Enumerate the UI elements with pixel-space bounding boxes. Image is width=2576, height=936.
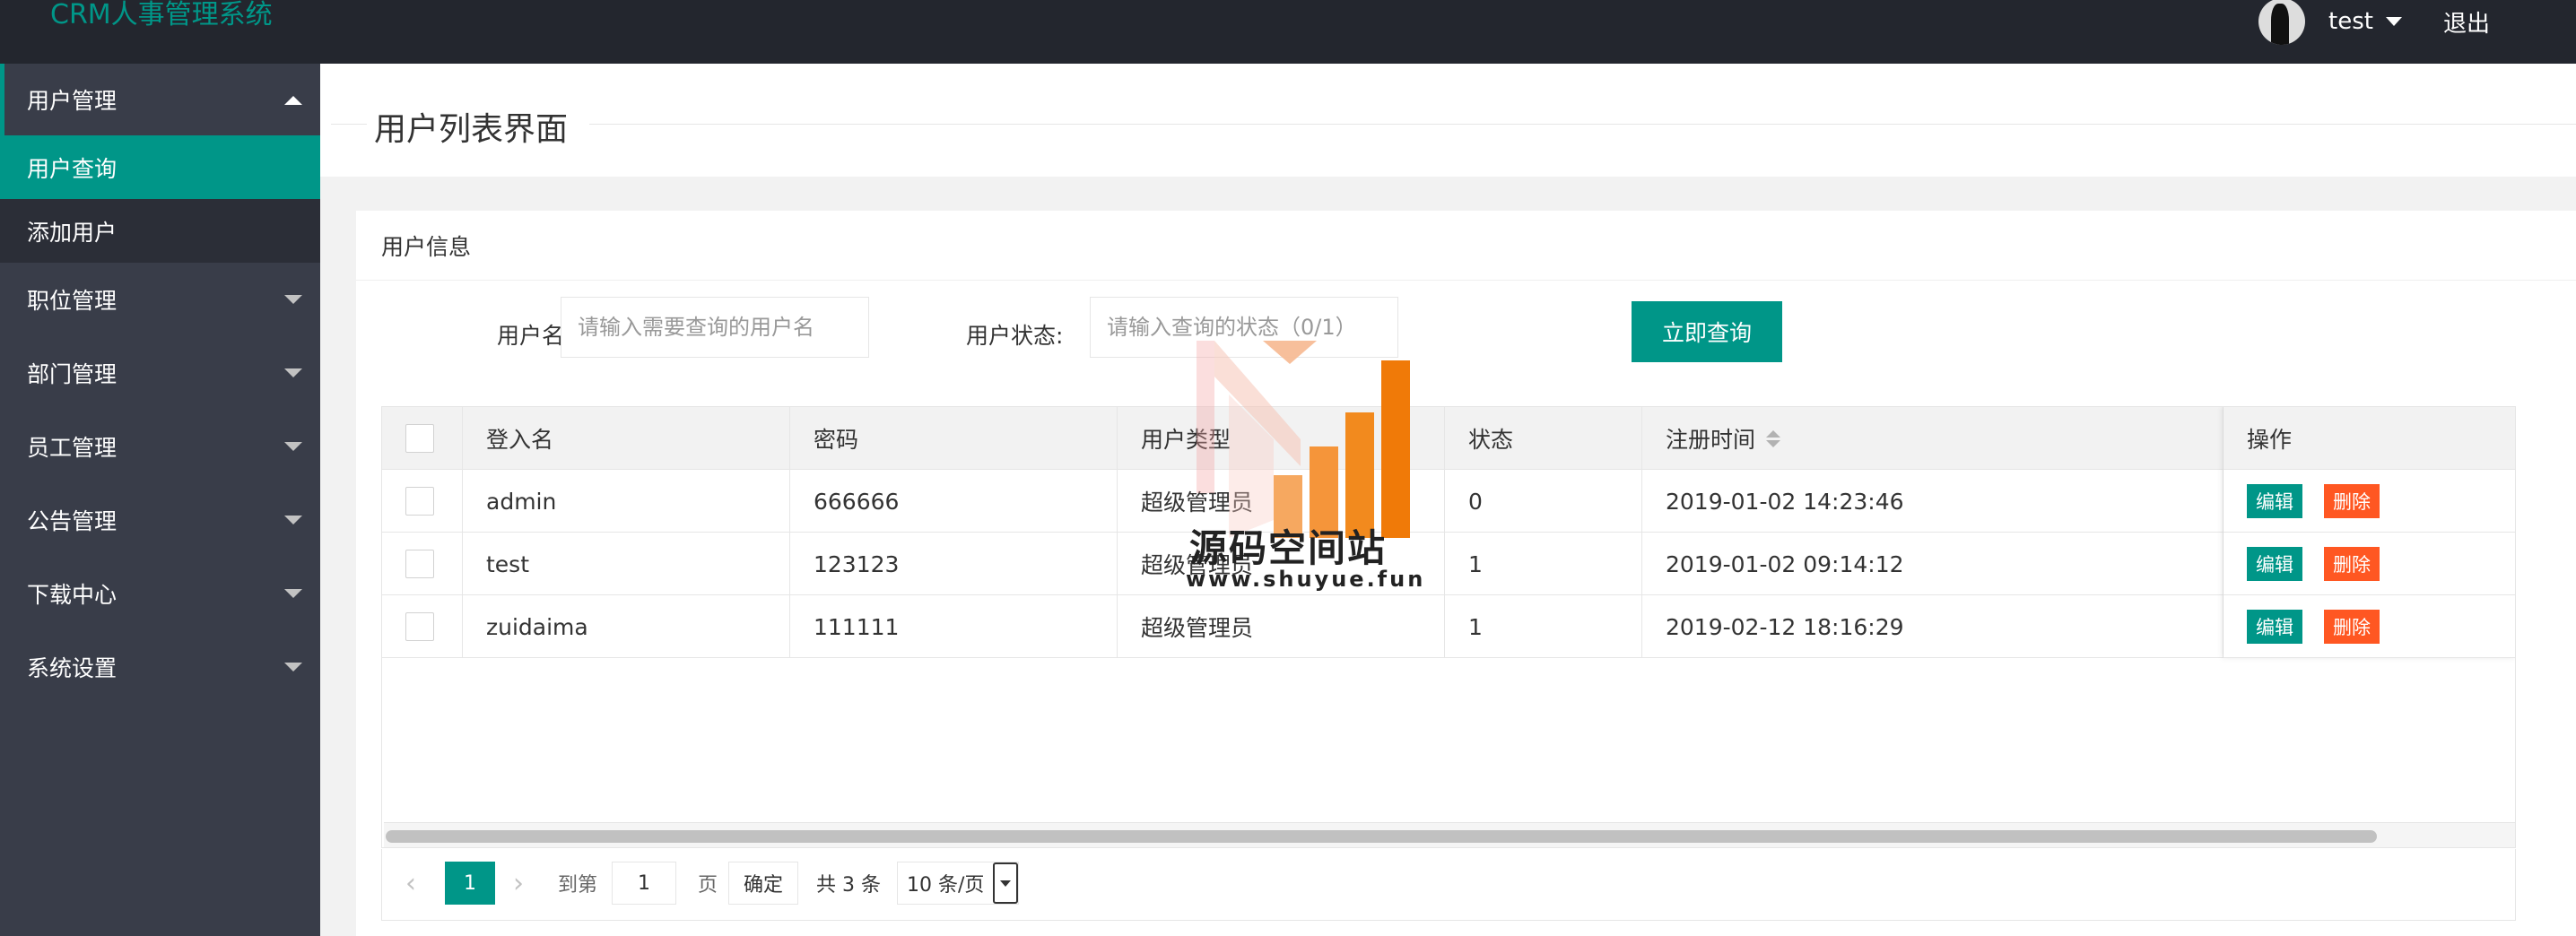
cell-registered: 2019-01-02 14:23:46	[1642, 470, 2224, 533]
table-row: admin 666666 超级管理员 0 2019-01-02 14:23:46…	[382, 470, 2515, 533]
page-unit-label: 页	[698, 874, 718, 897]
chevron-down-icon	[284, 663, 302, 672]
cell-registered: 2019-02-12 18:16:29	[1642, 595, 2224, 658]
sidebar-item-label: 系统设置	[27, 655, 117, 681]
page-header: 用户列表界面	[320, 64, 2576, 177]
chevron-down-icon[interactable]	[2385, 17, 2402, 26]
search-form: 用户名: 用户状态: 立即查询	[356, 297, 2576, 377]
main-content: 用户列表界面 用户信息 用户名: 用户状态: 立即查询 登入名 密码 用户类型 …	[320, 64, 2576, 936]
page-title: 用户列表界面	[374, 111, 569, 148]
sidebar-subitem-label: 添加用户	[27, 219, 117, 246]
cell-login: test	[463, 533, 790, 595]
search-button[interactable]: 立即查询	[1632, 301, 1782, 362]
horizontal-scrollbar[interactable]	[384, 822, 2515, 847]
top-header: CRM人事管理系统 test 退出	[0, 0, 2576, 64]
app-logo[interactable]: CRM人事管理系统	[50, 0, 273, 30]
cell-status: 0	[1445, 470, 1642, 533]
sidebar-item-label: 公告管理	[27, 508, 117, 534]
watermark-text: 源码空间站	[1189, 526, 1388, 570]
sidebar-item-label: 职位管理	[27, 288, 117, 314]
sidebar-item-user-management[interactable]: 用户管理	[0, 64, 320, 135]
row-checkbox[interactable]	[405, 612, 434, 641]
sidebar-item-system-settings[interactable]: 系统设置	[0, 630, 320, 704]
user-area: test 退出	[2258, 0, 2490, 45]
row-select-cell	[382, 470, 463, 533]
select-all-checkbox[interactable]	[405, 424, 434, 453]
watermark-url: www.shuyue.fun	[1186, 567, 1426, 592]
page-size-select[interactable]: 10 条/页	[897, 862, 1019, 905]
column-header-password[interactable]: 密码	[790, 407, 1118, 470]
sidebar-item-label: 下载中心	[27, 582, 117, 608]
fixed-actions-column-shadow	[2224, 407, 2515, 658]
row-select-cell	[382, 595, 463, 658]
chevron-down-icon	[284, 442, 302, 451]
user-name[interactable]: test	[2328, 8, 2373, 35]
cell-password: 111111	[790, 595, 1118, 658]
sidebar-item-department-management[interactable]: 部门管理	[0, 336, 320, 410]
page-size-value: 10 条/页	[907, 874, 985, 897]
chevron-down-icon[interactable]	[993, 862, 1018, 904]
sidebar-item-label: 用户管理	[27, 88, 117, 114]
cell-password: 123123	[790, 533, 1118, 595]
scrollbar-thumb[interactable]	[386, 830, 2377, 843]
sidebar-subitem-label: 用户查询	[27, 155, 117, 182]
next-page-icon[interactable]: ›	[513, 862, 524, 905]
column-header-label: 注册时间	[1666, 427, 1756, 453]
cell-password: 666666	[790, 470, 1118, 533]
sidebar-item-download-center[interactable]: 下载中心	[0, 557, 320, 630]
pagination: ‹ 1 › 到第 页 确定 共 3 条 10 条/页	[381, 849, 2516, 921]
cell-registered: 2019-01-02 09:14:12	[1642, 533, 2224, 595]
sidebar-item-label: 员工管理	[27, 435, 117, 461]
avatar[interactable]	[2258, 0, 2306, 45]
sidebar-subitem-user-query[interactable]: 用户查询	[0, 135, 320, 199]
cell-login: zuidaima	[463, 595, 790, 658]
user-table: 登入名 密码 用户类型 状态 注册时间 操作 admin 666666 超级管理…	[381, 406, 2516, 848]
sidebar-item-employee-management[interactable]: 员工管理	[0, 410, 320, 483]
chevron-down-icon	[284, 295, 302, 304]
sidebar: 用户管理 用户查询 添加用户 职位管理 部门管理 员工管理 公告管理 下载中心 …	[0, 64, 320, 936]
cell-login: admin	[463, 470, 790, 533]
select-all-cell	[382, 407, 463, 470]
status-input[interactable]	[1090, 297, 1398, 358]
goto-label: 到第	[558, 874, 598, 897]
row-checkbox[interactable]	[405, 550, 434, 578]
card-title: 用户信息	[356, 211, 2576, 281]
chevron-up-icon	[284, 96, 302, 105]
cell-status: 1	[1445, 533, 1642, 595]
chevron-down-icon	[284, 368, 302, 377]
sort-icon[interactable]	[1766, 429, 1781, 447]
cell-status: 1	[1445, 595, 1642, 658]
goto-confirm-button[interactable]: 确定	[728, 862, 799, 905]
divider	[589, 124, 2576, 125]
current-page[interactable]: 1	[445, 862, 495, 905]
chevron-down-icon	[284, 516, 302, 524]
table-header-row: 登入名 密码 用户类型 状态 注册时间 操作	[382, 407, 2515, 470]
column-header-login[interactable]: 登入名	[463, 407, 790, 470]
status-label: 用户状态:	[966, 323, 1064, 349]
avatar-image	[2271, 4, 2290, 45]
prev-page-icon[interactable]: ‹	[405, 862, 416, 905]
table-row: test 123123 超级管理员 1 2019-01-02 09:14:12 …	[382, 533, 2515, 595]
sidebar-item-notice-management[interactable]: 公告管理	[0, 483, 320, 557]
row-select-cell	[382, 533, 463, 595]
row-checkbox[interactable]	[405, 487, 434, 516]
sidebar-subitem-add-user[interactable]: 添加用户	[0, 199, 320, 263]
table-row: zuidaima 111111 超级管理员 1 2019-02-12 18:16…	[382, 595, 2515, 658]
column-header-status[interactable]: 状态	[1445, 407, 1642, 470]
column-header-registered[interactable]: 注册时间	[1642, 407, 2224, 470]
total-count: 共 3 条	[816, 874, 881, 897]
goto-page-input[interactable]	[612, 862, 676, 905]
sidebar-item-position-management[interactable]: 职位管理	[0, 263, 320, 336]
divider	[331, 124, 367, 125]
user-info-card: 用户信息 用户名: 用户状态: 立即查询 登入名 密码 用户类型 状态 注册时间…	[356, 211, 2576, 936]
sidebar-item-label: 部门管理	[27, 361, 117, 387]
chevron-down-icon	[284, 589, 302, 598]
cell-type: 超级管理员	[1118, 595, 1445, 658]
column-header-type[interactable]: 用户类型	[1118, 407, 1445, 470]
username-input[interactable]	[561, 297, 869, 358]
logout-link[interactable]: 退出	[2443, 5, 2490, 39]
